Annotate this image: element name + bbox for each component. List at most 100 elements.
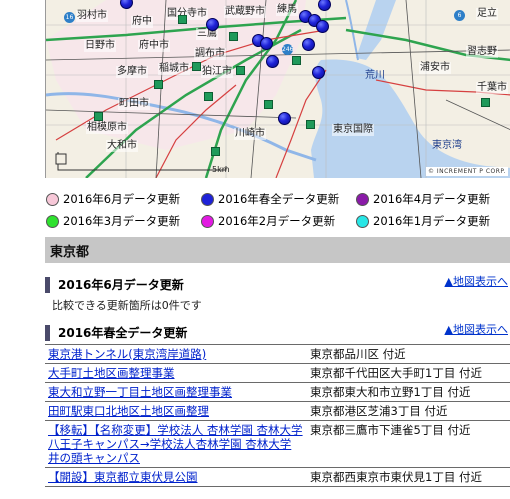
update-location: 東京都品川区 付近 xyxy=(307,344,510,364)
legend-marker-icon xyxy=(201,214,214,228)
map-label-narashino: 習志野 xyxy=(466,46,498,58)
subsection-title: 2016年6月データ更新 xyxy=(45,277,184,293)
update-pin-icon[interactable] xyxy=(266,55,279,68)
legend-item: 2016年春全データ更新 xyxy=(201,191,356,207)
update-location: 東京都港区芝浦3丁目 付近 xyxy=(307,401,510,421)
update-name-link[interactable]: 【移転】【名称変更】学校法人 杏林学園 杏林大学 八王子キャンパス→学校法人杏林… xyxy=(48,423,303,465)
legend-marker-icon xyxy=(356,214,369,228)
interchange-icon xyxy=(211,147,220,156)
map-label-kawasaki: 川崎市 xyxy=(234,128,266,140)
interchange-icon xyxy=(481,98,490,107)
legend-item: 2016年1月データ更新 xyxy=(356,213,506,229)
table-row: 大手町土地区画整理事業 東京都千代田区大手町1丁目 付近 xyxy=(45,363,510,383)
update-location: 東京都三鷹市下連雀5丁目 付近 xyxy=(307,420,510,468)
legend-marker-icon xyxy=(46,214,59,228)
update-name-link[interactable]: 田町駅東口北地区土地区画整理 xyxy=(48,404,209,418)
update-pin-icon[interactable] xyxy=(260,37,273,50)
update-pin-icon[interactable] xyxy=(302,38,315,51)
map-label-adachi: 足立 xyxy=(476,8,498,20)
map-link[interactable]: ▲地図表示へ xyxy=(445,321,508,337)
update-name-link[interactable]: 【開設】東京都立東伏見公園 xyxy=(48,470,198,484)
interchange-icon xyxy=(154,80,163,89)
legend-marker-icon xyxy=(201,192,214,206)
route-shield-icon: 246 xyxy=(282,44,294,55)
map-label-komae: 狛江市 xyxy=(201,66,233,78)
update-location: 東京都千代田区大手町1丁目 付近 xyxy=(307,363,510,383)
update-name-cell: 【開設】東京都立東伏見公園 xyxy=(45,467,307,487)
map-link[interactable]: ▲地図表示へ xyxy=(445,273,508,289)
legend-label: 2016年4月データ更新 xyxy=(373,192,491,206)
map-copyright: © INCREMENT P CORP. xyxy=(425,167,508,176)
legend-row: 2016年3月データ更新 2016年2月データ更新 2016年1月データ更新 xyxy=(46,210,506,232)
update-name-link[interactable]: 東大和立野一丁目土地区画整理事業 xyxy=(48,385,232,399)
map-label-sagamihara: 相模原市 xyxy=(86,122,128,134)
map-label-inagi: 稲城市 xyxy=(158,63,190,75)
update-name-cell: 東京港トンネル(東京湾岸道路) xyxy=(45,344,307,364)
map-label-fuchu: 府中 xyxy=(131,16,153,28)
map-label-urayasu: 浦安市 xyxy=(419,62,451,74)
no-updates-note: 比較できる更新箇所は0件です xyxy=(52,299,202,312)
legend-marker-icon xyxy=(356,192,369,206)
prefecture-header: 東京都 xyxy=(45,237,510,263)
legend-label: 2016年6月データ更新 xyxy=(63,192,181,206)
subsection-title: 2016年春全データ更新 xyxy=(45,325,187,341)
legend-item: 2016年6月データ更新 xyxy=(46,191,201,207)
table-row: 【開設】東京都立東伏見公園 東京都西東京市東伏見1丁目 付近 xyxy=(45,467,510,487)
update-name-cell: 田町駅東口北地区土地区画整理 xyxy=(45,401,307,421)
update-name-cell: 東大和立野一丁目土地区画整理事業 xyxy=(45,382,307,402)
update-location: 東京都西東京市東伏見1丁目 付近 xyxy=(307,467,510,487)
update-legend: 2016年6月データ更新 2016年春全データ更新 2016年4月データ更新 2… xyxy=(46,188,506,232)
map-label-tokyo-bay: 東京湾 xyxy=(432,140,462,151)
route-shield-icon: 6 xyxy=(454,10,465,21)
table-row: 【移転】【名称変更】学校法人 杏林学園 杏林大学 八王子キャンパス→学校法人杏林… xyxy=(45,420,510,468)
map-label-tama: 多摩市 xyxy=(116,66,148,78)
map-label-chofu: 調布市 xyxy=(194,48,226,60)
map-label-chiba: 千葉市 xyxy=(476,82,508,94)
update-pin-icon[interactable] xyxy=(278,112,291,125)
legend-label: 2016年2月データ更新 xyxy=(218,214,336,228)
map-label-haneda: 東京国際 xyxy=(332,124,374,136)
legend-label: 2016年春全データ更新 xyxy=(218,192,340,206)
update-name-cell: 【移転】【名称変更】学校法人 杏林学園 杏林大学 八王子キャンパス→学校法人杏林… xyxy=(45,420,307,468)
map-label-yamato: 大和市 xyxy=(106,140,138,152)
route-shield-icon: 16 xyxy=(64,12,75,23)
interchange-icon xyxy=(292,56,301,65)
legend-marker-icon xyxy=(46,192,59,206)
interchange-icon xyxy=(236,66,245,75)
interchange-icon xyxy=(229,32,238,41)
map-label-musashino: 武蔵野市 xyxy=(224,6,266,18)
update-name-link[interactable]: 東京港トンネル(東京湾岸道路) xyxy=(48,347,206,361)
prefecture-title: 東京都 xyxy=(50,245,90,260)
interchange-icon xyxy=(192,62,201,71)
interchange-icon xyxy=(94,112,103,121)
legend-item: 2016年3月データ更新 xyxy=(46,213,201,229)
map-label-fuchu-city: 府中市 xyxy=(138,40,170,52)
map-label-machida: 町田市 xyxy=(118,98,150,110)
legend-label: 2016年3月データ更新 xyxy=(63,214,181,228)
map-label-arakawa: 荒川 xyxy=(365,70,385,81)
map-label-nerima: 練馬 xyxy=(276,4,298,16)
legend-item: 2016年2月データ更新 xyxy=(201,213,356,229)
update-table: 東京港トンネル(東京湾岸道路) 東京都品川区 付近大手町土地区画整理事業 東京都千代… xyxy=(45,344,510,487)
interchange-icon xyxy=(204,92,213,101)
update-name-cell: 大手町土地区画整理事業 xyxy=(45,363,307,383)
legend-item: 2016年4月データ更新 xyxy=(356,191,506,207)
interchange-icon xyxy=(178,15,187,24)
table-row: 東京港トンネル(東京湾岸道路) 東京都品川区 付近 xyxy=(45,344,510,364)
update-name-link[interactable]: 大手町土地区画整理事業 xyxy=(48,366,175,380)
map-label-hino: 日野市 xyxy=(84,40,116,52)
legend-row: 2016年6月データ更新 2016年春全データ更新 2016年4月データ更新 xyxy=(46,188,506,210)
map-label-hamura: 羽村市 xyxy=(76,10,108,22)
update-map[interactable]: 羽村市 府中 国分寺市 武蔵野市 練馬 足立 日野市 府中市 三鷹 調布市 多摩… xyxy=(45,0,510,178)
table-row: 田町駅東口北地区土地区画整理 東京都港区芝浦3丁目 付近 xyxy=(45,401,510,421)
update-pin-icon[interactable] xyxy=(312,66,325,79)
map-scale: 5km xyxy=(212,165,230,174)
legend-label: 2016年1月データ更新 xyxy=(373,214,491,228)
update-pin-icon[interactable] xyxy=(206,18,219,31)
table-row: 東大和立野一丁目土地区画整理事業 東京都東大和市立野1丁目 付近 xyxy=(45,382,510,402)
interchange-icon xyxy=(306,120,315,129)
update-pin-icon[interactable] xyxy=(316,20,329,33)
map-label-kokubunji: 国分寺市 xyxy=(166,8,208,20)
interchange-icon xyxy=(264,100,273,109)
update-location: 東京都東大和市立野1丁目 付近 xyxy=(307,382,510,402)
